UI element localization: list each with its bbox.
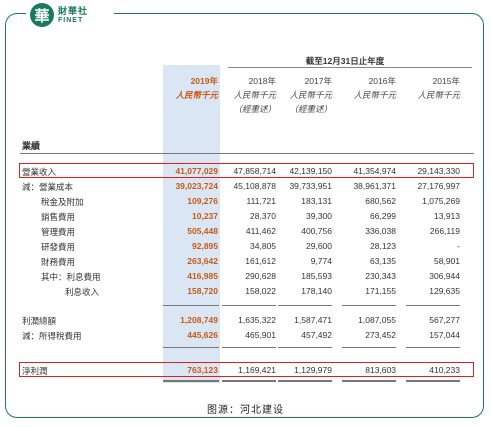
row-income-tax-2015: 157,044: [429, 330, 460, 340]
row-total-profit-2016: 1,087,055: [358, 315, 396, 325]
row-interest-income-2015: 129,635: [429, 286, 460, 296]
row-label-cost: 減：營業成本: [22, 182, 74, 192]
total-double-rule-2019: [163, 380, 219, 382]
row-interest-income-2017: 178,140: [301, 286, 332, 296]
row-revenue-2017: 42,139,150: [289, 166, 332, 176]
col-unit-2016: 人民幣千元: [353, 90, 396, 100]
row-rnd-2016: 28,123: [370, 241, 396, 251]
row-label-net-profit: 淨利潤: [22, 366, 48, 376]
net-rule-2016: [342, 347, 396, 348]
col-note-2018: （經重述）: [233, 104, 276, 114]
net-rule-2019: [163, 347, 219, 348]
row-cost-2016: 38,961,371: [353, 181, 396, 191]
logo-icon: 華: [30, 3, 54, 27]
row-admin-2016: 336,038: [365, 226, 396, 236]
row-income-tax-2017: 457,492: [301, 330, 332, 340]
row-label-admin: 管理費用: [41, 227, 76, 237]
section-title: 業績: [22, 141, 41, 151]
net-rule-2017: [278, 347, 332, 348]
row-taxes-2015: 1,075,269: [422, 196, 460, 206]
row-label-total-profit: 利潤總額: [22, 316, 57, 326]
col-unit-2019: 人民幣千元: [175, 90, 218, 100]
row-admin-2017: 400,756: [301, 226, 332, 236]
subtotal-rule-2017: [278, 305, 332, 306]
subtotal-rule-2016: [342, 305, 396, 306]
row-net-profit-2016: 813,603: [365, 365, 396, 375]
total-double-rule-2016: [342, 380, 396, 382]
col-year-2018: 2018年: [248, 76, 276, 86]
row-label-interest-expense: 其中：利息費用: [41, 272, 101, 282]
row-label-selling: 銷售費用: [41, 212, 76, 222]
row-cost-2017: 39,733,951: [289, 181, 332, 191]
row-label-interest-income: 利息收入: [65, 287, 100, 297]
row-rnd-2017: 29,600: [306, 241, 332, 251]
col-year-2017: 2017年: [304, 76, 332, 86]
row-finance-2017: 9,774: [310, 256, 332, 266]
section-rule: [20, 153, 474, 154]
col-year-2019: 2019年: [190, 76, 218, 86]
row-cost-2015: 27,176,997: [417, 181, 460, 191]
row-interest-income-2016: 171,155: [365, 286, 396, 296]
brand-name-cn: 財華社: [58, 5, 89, 16]
row-interest-expense-2015: 306,944: [429, 271, 460, 281]
net-rule-2018: [222, 347, 276, 348]
brand-logo: 華 財華社 FINET: [26, 0, 114, 30]
row-finance-2016: 63,135: [370, 256, 396, 266]
col-unit-2018: 人民幣千元: [233, 90, 276, 100]
subtotal-rule-2019: [163, 305, 219, 306]
subtotal-rule-2018: [222, 305, 276, 306]
row-label-revenue: 營業收入: [22, 167, 57, 177]
col-unit-2017: 人民幣千元: [289, 90, 332, 100]
row-total-profit-2017: 1,587,471: [294, 315, 332, 325]
row-selling-2017: 39,300: [306, 211, 332, 221]
row-finance-2015: 58,901: [434, 256, 460, 266]
period-rule: [228, 67, 472, 68]
row-net-profit-2015: 410,233: [429, 365, 460, 375]
col-note-2017: （經重述）: [289, 104, 332, 114]
row-selling-2016: 66,299: [370, 211, 396, 221]
total-double-rule-2015: [406, 380, 460, 382]
brand-name-en: FINET: [58, 16, 84, 24]
col-year-2015: 2015年: [432, 76, 460, 86]
row-selling-2015: 13,913: [434, 211, 460, 221]
row-taxes-2017: 183,131: [301, 196, 332, 206]
row-income-tax-2016: 273,452: [365, 330, 396, 340]
row-total-profit-2015: 567,277: [429, 315, 460, 325]
total-double-rule-2018: [222, 380, 276, 382]
row-interest-expense-2016: 230,343: [365, 271, 396, 281]
row-label-finance: 財務費用: [41, 257, 76, 267]
period-header: 截至12月31日止年度: [305, 56, 385, 66]
row-taxes-2016: 680,562: [365, 196, 396, 206]
row-admin-2015: 266,119: [429, 226, 460, 236]
row-rnd-2015: -: [457, 241, 460, 251]
row-label-rnd: 研發費用: [41, 242, 76, 252]
row-net-profit-2017: 1,129,979: [294, 365, 332, 375]
row-interest-expense-2017: 185,593: [301, 271, 332, 281]
row-revenue-2016: 41,354,974: [353, 166, 396, 176]
row-label-income-tax: 減：所得稅費用: [22, 331, 82, 341]
subtotal-rule-2015: [406, 305, 460, 306]
col-year-2016: 2016年: [368, 76, 396, 86]
net-rule-2015: [406, 347, 460, 348]
row-revenue-2015: 29,143,330: [417, 166, 460, 176]
image-caption: 图源：河北建设: [207, 405, 284, 416]
total-double-rule-2017: [278, 380, 332, 382]
col-unit-2015: 人民幣千元: [417, 90, 460, 100]
row-label-taxes: 稅金及附加: [41, 197, 84, 207]
